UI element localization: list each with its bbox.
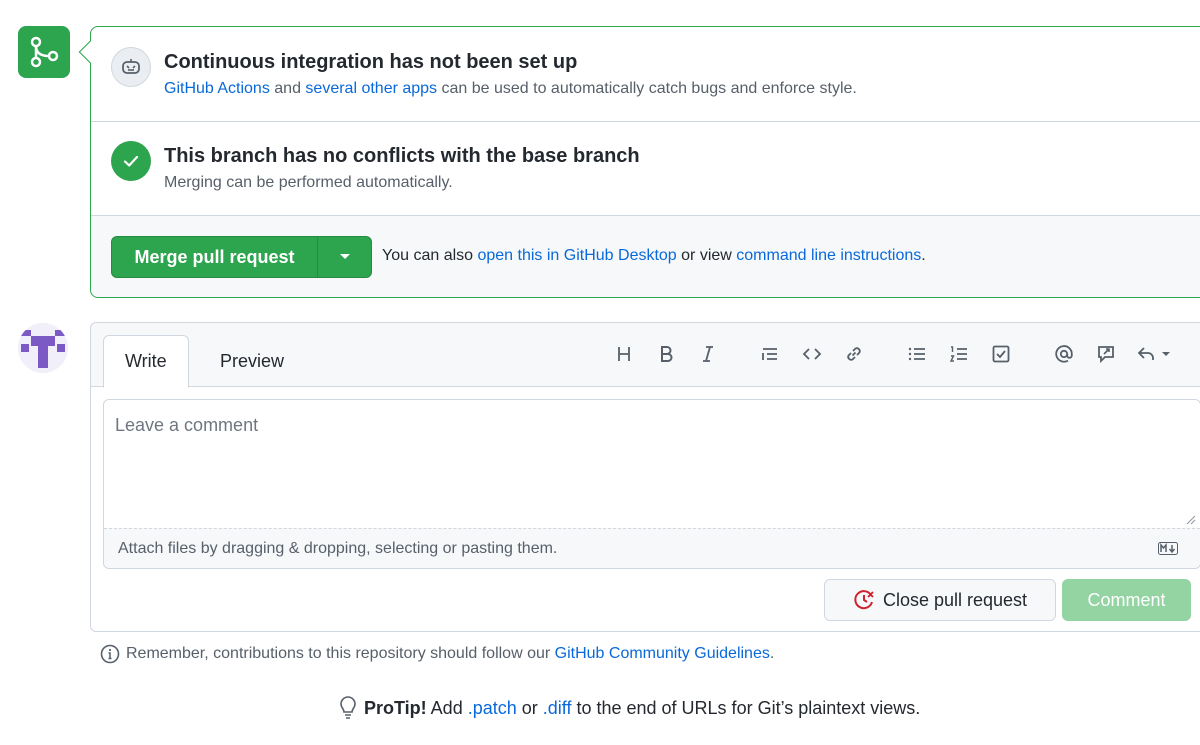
community-guidelines-link[interactable]: GitHub Community Guidelines: [555, 645, 770, 662]
task-list-icon[interactable]: [989, 342, 1013, 366]
remember-text: Remember, contributions to this reposito…: [126, 645, 555, 662]
attach-files-bar[interactable]: Attach files by dragging & dropping, sel…: [104, 528, 1200, 568]
protip: ProTip! Add .patch or .diff to the end o…: [338, 696, 920, 720]
protip-rest: to the end of URLs for Git’s plaintext v…: [571, 697, 921, 718]
editor-tabbar: Write Preview: [91, 323, 1200, 388]
tab-preview[interactable]: Preview: [199, 335, 305, 388]
merge-status-box: Continuous integration has not been set …: [78, 26, 1200, 298]
quote-icon[interactable]: [758, 342, 782, 366]
ordered-list-icon[interactable]: [947, 342, 971, 366]
info-icon: [100, 644, 120, 664]
or-view-text: or view: [676, 247, 737, 264]
link-icon[interactable]: [842, 342, 866, 366]
triangle-down-icon: [339, 254, 350, 259]
heading-icon[interactable]: [612, 342, 636, 366]
other-apps-link[interactable]: several other apps: [305, 80, 437, 97]
markdown-icon[interactable]: [1158, 542, 1178, 555]
conflicts-subtitle: Merging can be performed automatically.: [164, 174, 453, 191]
remember-suffix: .: [769, 645, 775, 662]
github-desktop-link[interactable]: open this in GitHub Desktop: [477, 247, 676, 264]
robot-icon: [111, 47, 151, 87]
command-line-link[interactable]: command line instructions: [736, 247, 921, 264]
period-text: .: [921, 247, 926, 264]
protip-or: or: [516, 697, 543, 718]
italic-icon[interactable]: [696, 342, 720, 366]
resize-handle-icon[interactable]: [1186, 515, 1196, 525]
github-actions-link[interactable]: GitHub Actions: [164, 80, 270, 97]
patch-link[interactable]: .patch: [468, 698, 517, 718]
ci-title: Continuous integration has not been set …: [164, 51, 578, 73]
mention-icon[interactable]: [1052, 342, 1076, 366]
light-bulb-icon: [340, 696, 356, 719]
protip-label: ProTip!: [364, 697, 427, 718]
reference-icon[interactable]: [1094, 342, 1118, 366]
merge-alternatives-text: You can also open this in GitHub Desktop…: [382, 247, 926, 265]
merge-button-group: Merge pull request: [111, 236, 372, 278]
ci-status-section: Continuous integration has not been set …: [91, 27, 1200, 122]
close-pr-icon: [854, 590, 874, 610]
conflicts-section: This branch has no conflicts with the ba…: [91, 122, 1200, 216]
tab-write[interactable]: Write: [103, 335, 189, 388]
avatar[interactable]: [18, 323, 68, 373]
code-icon[interactable]: [800, 342, 824, 366]
community-guidelines-note: Remember, contributions to this reposito…: [100, 644, 774, 664]
merge-pull-request-button[interactable]: Merge pull request: [112, 237, 318, 277]
ci-text-rest: can be used to automatically catch bugs …: [437, 80, 857, 97]
close-pull-request-button[interactable]: Close pull request: [824, 579, 1056, 621]
diff-link[interactable]: .diff: [543, 698, 572, 718]
check-circle-icon: [111, 141, 151, 181]
git-merge-icon: [18, 26, 70, 78]
comment-placeholder: Leave a comment: [115, 415, 259, 435]
close-pull-request-label: Close pull request: [882, 589, 1028, 610]
saved-replies-icon[interactable]: [1136, 342, 1176, 366]
conflicts-title: This branch has no conflicts with the ba…: [164, 145, 640, 167]
also-prefix: You can also: [382, 247, 478, 264]
comment-form: Write Preview Leave a comment Attach fil…: [90, 322, 1200, 632]
comment-button[interactable]: Comment: [1062, 579, 1191, 621]
ci-text-and: and: [269, 80, 306, 97]
ci-description: GitHub Actions and several other apps ca…: [164, 80, 857, 98]
attach-files-text: Attach files by dragging & dropping, sel…: [118, 540, 558, 557]
merge-actions-section: Merge pull request You can also open thi…: [91, 216, 1200, 297]
unordered-list-icon[interactable]: [905, 342, 929, 366]
protip-add: Add: [426, 697, 468, 718]
comment-textarea[interactable]: Leave a comment Attach files by dragging…: [103, 399, 1200, 569]
merge-method-dropdown[interactable]: [318, 237, 371, 277]
bold-icon[interactable]: [654, 342, 678, 366]
